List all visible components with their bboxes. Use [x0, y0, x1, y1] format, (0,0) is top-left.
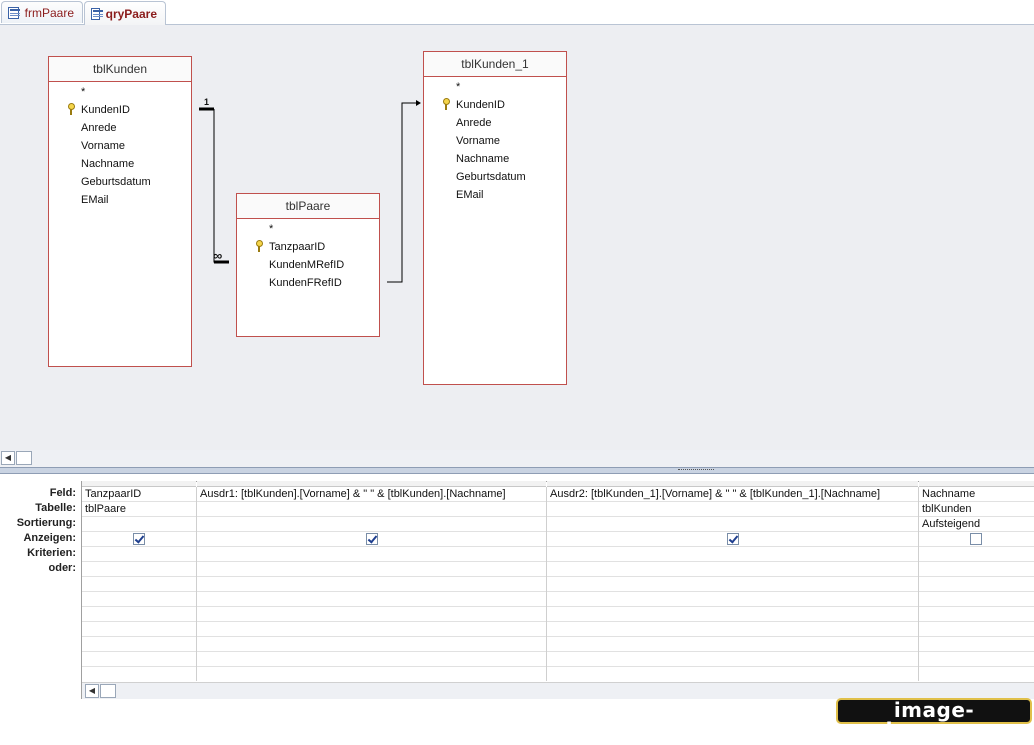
grid-row-line	[82, 516, 1034, 517]
row-label-kriterien: Kriterien:	[27, 547, 76, 559]
grid-row-line	[82, 561, 1034, 562]
field-email[interactable]: EMail	[456, 189, 484, 201]
form-icon	[8, 6, 20, 19]
pane-splitter[interactable]	[0, 467, 1034, 474]
table-tblkunden[interactable]: tblKunden * KundenID Anrede Vorname Nach…	[48, 56, 192, 367]
field-email[interactable]: EMail	[81, 194, 109, 206]
relation-line	[213, 109, 228, 263]
column-selector[interactable]	[82, 481, 196, 487]
join-line	[387, 102, 416, 283]
splitter-grip-icon	[678, 469, 714, 472]
tab-label: qryPaare	[105, 6, 157, 21]
show-checkbox[interactable]	[366, 533, 378, 545]
cell-tabelle[interactable]: tblPaare	[85, 503, 126, 515]
show-checkbox[interactable]	[970, 533, 982, 545]
tab-label: frmPaare	[24, 5, 74, 20]
table-title[interactable]: tblPaare	[237, 194, 379, 219]
relation-one-label: 1	[204, 97, 210, 107]
watermark-text: image-share.com	[873, 698, 995, 742]
row-label-feld: Feld:	[49, 487, 76, 499]
grid-row-line	[82, 531, 1034, 532]
row-label-sortierung: Sortierung:	[16, 517, 76, 529]
column-selector[interactable]	[547, 481, 918, 487]
field-kundenfrefid[interactable]: KundenFRefID	[269, 277, 342, 289]
grid-row-line	[82, 546, 1034, 547]
cell-feld[interactable]: TanzpaarID	[85, 488, 141, 500]
query-icon	[91, 7, 103, 20]
field-all[interactable]: *	[81, 86, 85, 98]
table-tblkunden-1[interactable]: tblKunden_1 * KundenID Anrede Vorname Na…	[423, 51, 567, 385]
grid-row-line	[82, 666, 1034, 667]
field-vorname[interactable]: Vorname	[81, 140, 125, 152]
table-tblpaare[interactable]: tblPaare * TanzpaarID KundenMRefID Kunde…	[236, 193, 380, 337]
design-horizontal-scrollbar[interactable]: ◀	[0, 450, 1034, 467]
scroll-thumb[interactable]	[100, 684, 116, 698]
primary-key-icon	[67, 103, 75, 115]
grid-row-line	[82, 651, 1034, 652]
grid-column-line	[918, 487, 919, 681]
row-label-anzeigen: Anzeigen:	[23, 532, 76, 544]
field-nachname[interactable]: Nachname	[456, 153, 509, 165]
show-checkbox[interactable]	[727, 533, 739, 545]
query-design-pane[interactable]: 1 ∞ tblKunden * KundenID Anrede Vorname …	[0, 25, 1034, 450]
row-label-tabelle: Tabelle:	[35, 502, 76, 514]
field-all[interactable]: *	[269, 223, 273, 235]
column-selector[interactable]	[919, 481, 1034, 487]
cell-tabelle[interactable]: tblKunden	[922, 503, 972, 515]
field-kundenid[interactable]: KundenID	[81, 104, 130, 116]
grid-horizontal-scrollbar[interactable]: ◀	[82, 682, 1034, 699]
relation-many-label: ∞	[213, 248, 222, 263]
grid-column-line	[196, 487, 197, 681]
table-title[interactable]: tblKunden_1	[424, 52, 566, 77]
row-label-oder: oder:	[48, 562, 77, 574]
grid-row-line	[82, 576, 1034, 577]
table-title[interactable]: tblKunden	[49, 57, 191, 82]
scroll-left-icon[interactable]: ◀	[85, 684, 99, 698]
scroll-left-icon[interactable]: ◀	[1, 451, 15, 465]
watermark-logo: image-share.com	[836, 698, 1032, 740]
grid-column-line	[546, 487, 547, 681]
grid-row-line	[82, 621, 1034, 622]
cell-feld[interactable]: Nachname	[922, 488, 975, 500]
field-nachname[interactable]: Nachname	[81, 158, 134, 170]
tab-qrypaare[interactable]: qryPaare	[84, 1, 166, 25]
show-checkbox[interactable]	[133, 533, 145, 545]
scroll-thumb[interactable]	[16, 451, 32, 465]
field-kundenmrefid[interactable]: KundenMRefID	[269, 259, 344, 271]
document-tab-bar: frmPaare qryPaare	[0, 0, 1034, 25]
cell-feld[interactable]: Ausdr1: [tblKunden].[Vorname] & " " & [t…	[200, 488, 506, 500]
field-all[interactable]: *	[456, 81, 460, 93]
grid-row-line	[82, 636, 1034, 637]
cell-sortierung[interactable]: Aufsteigend	[922, 518, 980, 530]
field-anrede[interactable]: Anrede	[456, 117, 491, 129]
field-tanzpaarid[interactable]: TanzpaarID	[269, 241, 325, 253]
cell-feld[interactable]: Ausdr2: [tblKunden_1].[Vorname] & " " & …	[550, 488, 880, 500]
field-kundenid[interactable]: KundenID	[456, 99, 505, 111]
join-arrow-icon	[416, 100, 421, 106]
tab-frmpaare[interactable]: frmPaare	[1, 1, 83, 23]
grid-row-line	[82, 501, 1034, 502]
column-selector[interactable]	[197, 481, 546, 487]
field-vorname[interactable]: Vorname	[456, 135, 500, 147]
grid-row-line	[82, 606, 1034, 607]
primary-key-icon	[442, 98, 450, 110]
field-anrede[interactable]: Anrede	[81, 122, 116, 134]
field-geburtsdatum[interactable]: Geburtsdatum	[81, 176, 151, 188]
field-geburtsdatum[interactable]: Geburtsdatum	[456, 171, 526, 183]
grid-row-line	[82, 591, 1034, 592]
query-grid: Feld: Tabelle: Sortierung: Anzeigen: Kri…	[0, 474, 1034, 699]
primary-key-icon	[255, 240, 263, 252]
